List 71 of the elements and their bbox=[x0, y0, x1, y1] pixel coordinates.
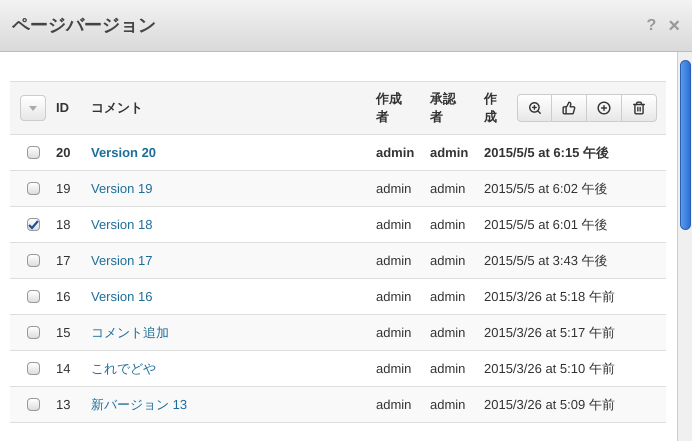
created-date-cell-text: 2015/3/26 at 5:18 午前 bbox=[484, 288, 615, 306]
delete-button[interactable] bbox=[622, 94, 657, 122]
author-cell-text: admin bbox=[376, 216, 412, 234]
caret-icon bbox=[29, 106, 37, 110]
version-id: 17 bbox=[56, 252, 72, 270]
table-row[interactable]: 19 Version 19 admin admin 2015/5/5 at 6:02 午後 bbox=[10, 171, 666, 207]
author-cell-text: admin bbox=[376, 252, 412, 270]
version-id: 15 bbox=[56, 324, 72, 342]
version-comment-link[interactable]: Version 17 bbox=[91, 250, 376, 270]
scrollbar[interactable] bbox=[677, 52, 692, 441]
version-id: 19 bbox=[56, 180, 72, 198]
approver-cell-text: admin bbox=[430, 144, 470, 162]
created-date-cell-text: 2015/5/5 at 6:01 午後 bbox=[484, 216, 608, 234]
row-checkbox[interactable] bbox=[26, 362, 40, 375]
new-version-button[interactable] bbox=[587, 94, 622, 122]
column-header: コメント bbox=[91, 99, 144, 118]
author-cell-text: admin bbox=[376, 144, 416, 162]
column-header: 作成者 bbox=[376, 90, 403, 126]
thumbs-up-icon bbox=[562, 101, 576, 115]
column-header: 承認者 bbox=[430, 90, 458, 126]
version-comment-link[interactable]: コメント追加 bbox=[91, 322, 376, 342]
compare-button[interactable] bbox=[517, 94, 552, 122]
created-date-cell-text: 2015/5/5 at 6:02 午後 bbox=[484, 180, 608, 198]
version-comment-link[interactable]: Version 18 bbox=[91, 214, 376, 234]
version-id: 13 bbox=[56, 396, 72, 414]
approver-cell-text: admin bbox=[430, 288, 466, 306]
zoom-in-icon bbox=[528, 101, 542, 115]
row-checkbox[interactable] bbox=[26, 182, 40, 195]
approve-button[interactable] bbox=[552, 94, 587, 122]
version-id: 16 bbox=[56, 288, 72, 306]
created-date-cell-text: 2015/3/26 at 5:09 午前 bbox=[484, 396, 615, 414]
created-date-cell-text: 2015/5/5 at 6:15 午後 bbox=[484, 144, 610, 162]
checkmark-icon bbox=[28, 220, 38, 230]
author-cell-text: admin bbox=[376, 324, 412, 342]
version-comment-link[interactable]: これでどや bbox=[91, 358, 376, 378]
select-dropdown-button[interactable] bbox=[20, 95, 46, 121]
scrollbar-thumb[interactable] bbox=[680, 60, 690, 230]
version-comment-link[interactable]: Version 20 bbox=[91, 142, 376, 162]
column-header: 作成 bbox=[484, 90, 498, 126]
table-row[interactable]: 13 新バージョン 13 admin admin 2015/3/26 at 5:09 午前 bbox=[10, 387, 666, 423]
approver-cell-text: admin bbox=[430, 396, 466, 414]
column-header: ID bbox=[56, 99, 70, 118]
approver-cell-text: admin bbox=[430, 252, 466, 270]
row-checkbox[interactable] bbox=[26, 326, 40, 339]
author-cell-text: admin bbox=[376, 288, 412, 306]
created-date-cell-text: 2015/5/5 at 3:43 午後 bbox=[484, 252, 608, 270]
author-cell-text: admin bbox=[376, 180, 412, 198]
trash-icon bbox=[632, 101, 646, 115]
approver-cell-text: admin bbox=[430, 360, 466, 378]
version-id: 14 bbox=[56, 360, 72, 378]
row-checkbox[interactable] bbox=[26, 398, 40, 411]
author-cell-text: admin bbox=[376, 396, 412, 414]
row-checkbox[interactable] bbox=[26, 290, 40, 303]
created-date-cell-text: 2015/3/26 at 5:10 午前 bbox=[484, 360, 615, 378]
version-id: 18 bbox=[56, 216, 72, 234]
version-comment-link[interactable]: 新バージョン 13 bbox=[91, 394, 376, 414]
approver-cell-text: admin bbox=[430, 180, 466, 198]
window-title: ページバージョン bbox=[12, 14, 157, 37]
row-checkbox[interactable] bbox=[26, 254, 40, 267]
version-comment-link[interactable]: Version 16 bbox=[91, 286, 376, 306]
approver-cell-text: admin bbox=[430, 216, 466, 234]
created-date-cell-text: 2015/3/26 at 5:17 午前 bbox=[484, 324, 615, 342]
author-cell-text: admin bbox=[376, 360, 412, 378]
row-checkbox[interactable] bbox=[26, 146, 40, 159]
plus-circle-icon bbox=[597, 101, 611, 115]
row-checkbox[interactable] bbox=[26, 218, 40, 231]
table-row[interactable]: 17 Version 17 admin admin 2015/5/5 at 3:43 午後 bbox=[10, 243, 666, 279]
table-row[interactable]: 15 コメント追加 admin admin 2015/3/26 at 5:17 午前 bbox=[10, 315, 666, 351]
approver-cell-text: admin bbox=[430, 324, 466, 342]
version-comment-link[interactable]: Version 19 bbox=[91, 178, 376, 198]
version-id: 20 bbox=[56, 144, 72, 162]
